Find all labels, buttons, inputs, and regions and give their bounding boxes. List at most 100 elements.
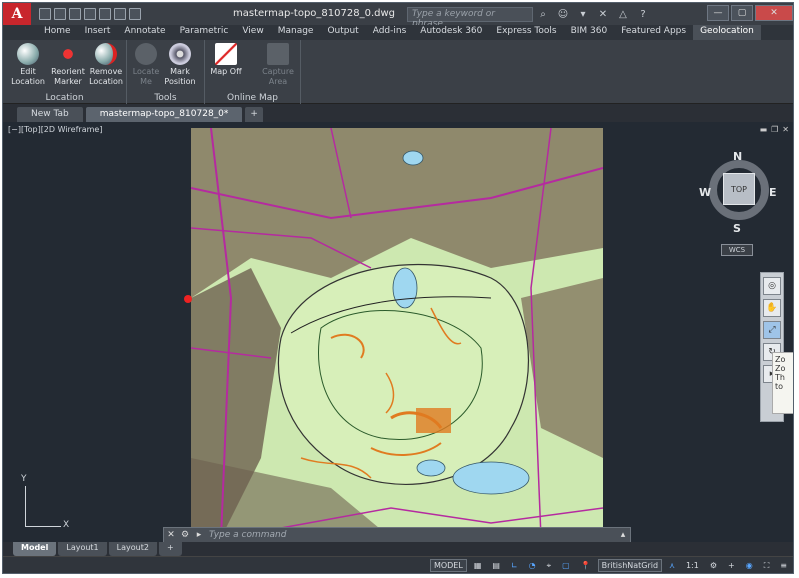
recent-commands-icon[interactable]: ▸ (192, 530, 206, 540)
tab-home[interactable]: Home (37, 25, 78, 40)
locate-me-button[interactable]: Locate Me (129, 43, 163, 87)
mark-position-button[interactable]: Mark Position (163, 43, 197, 87)
customize-menu-icon[interactable]: ≡ (776, 559, 791, 572)
search-input[interactable]: Type a keyword or phrase (407, 7, 533, 29)
exchange-icon[interactable]: ✕ (596, 7, 610, 21)
tab-insert[interactable]: Insert (78, 25, 118, 40)
locate-me-label: Locate Me (132, 67, 160, 86)
file-tab-new[interactable]: New Tab (17, 107, 83, 122)
object-snap-icon[interactable]: ▢ (558, 559, 574, 572)
ribbon-panel: Edit Location Reorient Marker Remove Loc… (3, 40, 793, 104)
tab-add-ins[interactable]: Add-ins (366, 25, 414, 40)
save-icon[interactable] (69, 8, 81, 20)
grid-icon[interactable]: ▦ (470, 559, 486, 572)
tooltip-line: Th (775, 373, 785, 382)
model-space-toggle[interactable]: MODEL (429, 559, 467, 572)
layout-tabs: Model Layout1 Layout2 + (3, 542, 793, 556)
edit-location-button[interactable]: Edit Location (11, 43, 45, 87)
topographic-map (191, 128, 603, 538)
tab-bim-360[interactable]: BIM 360 (564, 25, 615, 40)
zoom-extents-icon[interactable]: ⤢ (763, 321, 781, 339)
add-tab-button[interactable]: + (245, 107, 263, 122)
isodraft-icon[interactable]: ⌖ (543, 559, 556, 572)
new-file-icon[interactable] (39, 8, 51, 20)
map-drawing (191, 128, 603, 538)
help-icon[interactable]: ? (636, 7, 650, 21)
coordinate-system[interactable]: BritishNatGrid (597, 559, 663, 572)
tab-geolocation[interactable]: Geolocation (693, 25, 761, 40)
wcs-menu[interactable]: WCS (721, 244, 753, 256)
layout-tab-model[interactable]: Model (13, 542, 57, 556)
add-icon[interactable]: + (724, 559, 739, 572)
file-tab-drawing[interactable]: mastermap-topo_810728_0* (85, 107, 243, 122)
tab-autodesk-360[interactable]: Autodesk 360 (413, 25, 489, 40)
viewport-minimize-icon[interactable]: ▬ (760, 125, 768, 134)
view-cube[interactable]: TOP N S E W (699, 150, 779, 236)
pan-hand-icon[interactable]: ✋ (763, 299, 781, 317)
add-layout-button[interactable]: + (158, 542, 182, 556)
view-cube-face[interactable]: TOP (723, 173, 755, 205)
map-icon (215, 43, 237, 65)
warning-icon[interactable]: △ (616, 7, 630, 21)
map-off-button[interactable]: Map Off (209, 43, 243, 77)
isolate-icon[interactable]: ◉ (742, 559, 757, 572)
polar-icon[interactable]: ◔ (525, 559, 540, 572)
command-line: ✕ ⚙ ▸ Type a command ▴ (163, 527, 631, 543)
tab-express-tools[interactable]: Express Tools (489, 25, 563, 40)
settings-gear-icon[interactable]: ⚙ (706, 559, 721, 572)
geo-marker-icon[interactable] (184, 295, 192, 303)
locate-icon (135, 43, 157, 65)
print-icon[interactable] (99, 8, 111, 20)
save-as-icon[interactable] (84, 8, 96, 20)
redo-icon[interactable] (129, 8, 141, 20)
layout-tab-layout2[interactable]: Layout2 (108, 542, 157, 556)
tab-manage[interactable]: Manage (271, 25, 321, 40)
application-menu-button[interactable]: A (3, 3, 31, 25)
customize-command-icon[interactable]: ⚙ (178, 530, 192, 540)
compass-north[interactable]: N (733, 150, 742, 163)
reorient-marker-button[interactable]: Reorient Marker (51, 43, 85, 87)
cart-icon[interactable]: ▾ (576, 7, 590, 21)
ribbon-tabs: Home Insert Annotate Parametric View Manage Ou… (3, 25, 793, 40)
title-icons: ⌕ ☺ ▾ ✕ △ ? (536, 7, 650, 21)
tooltip-line: Zo (775, 355, 786, 364)
command-input[interactable]: Type a command (206, 530, 616, 540)
tab-annotate[interactable]: Annotate (117, 25, 172, 40)
compass-east[interactable]: E (769, 186, 777, 199)
compass-south[interactable]: S (733, 222, 741, 235)
tab-view[interactable]: View (235, 25, 270, 40)
fullscreen-icon[interactable]: ⛶ (760, 559, 774, 572)
viewport-controls-label[interactable]: [−][Top][2D Wireframe] (8, 125, 102, 134)
application-window: A mastermap-topo_810728_0.dwg Type a key… (2, 2, 794, 574)
open-file-icon[interactable] (54, 8, 66, 20)
ucs-y-label: Y (21, 474, 27, 484)
close-button[interactable]: ✕ (755, 5, 793, 21)
remove-location-button[interactable]: Remove Location (89, 43, 123, 87)
layout-tab-layout1[interactable]: Layout1 (58, 542, 107, 556)
tab-featured-apps[interactable]: Featured Apps (614, 25, 693, 40)
steering-wheel-icon[interactable]: ◎ (763, 277, 781, 295)
undo-icon[interactable] (114, 8, 126, 20)
ortho-icon[interactable]: ∟ (507, 559, 522, 572)
close-command-icon[interactable]: ✕ (164, 530, 178, 540)
app-logo: A (11, 6, 23, 22)
capture-area-button[interactable]: Capture Area (261, 43, 295, 87)
viewport-restore-icon[interactable]: ❐ (771, 125, 778, 134)
tab-output[interactable]: Output (320, 25, 365, 40)
binoculars-icon[interactable]: ⌕ (536, 7, 550, 21)
group-tools: Locate Me Mark Position Tools (127, 40, 205, 104)
minimize-button[interactable]: — (707, 5, 729, 21)
geolocation-icon[interactable]: 📍 (577, 559, 595, 572)
scale-value[interactable]: 1:1 (682, 559, 703, 572)
drawing-viewport[interactable]: [−][Top][2D Wireframe] ▬ ❐ ✕ TOP N S E W… (3, 122, 793, 542)
capture-area-label: Capture Area (262, 67, 294, 86)
command-history-icon[interactable]: ▴ (616, 530, 630, 540)
snap-icon[interactable]: ▤ (488, 559, 504, 572)
marker-icon (57, 43, 79, 65)
maximize-button[interactable]: ▢ (731, 5, 753, 21)
annotation-icon[interactable]: ⋏ (665, 559, 679, 572)
viewport-close-icon[interactable]: ✕ (782, 125, 789, 134)
tab-parametric[interactable]: Parametric (173, 25, 236, 40)
user-icon[interactable]: ☺ (556, 7, 570, 21)
compass-west[interactable]: W (699, 186, 711, 199)
